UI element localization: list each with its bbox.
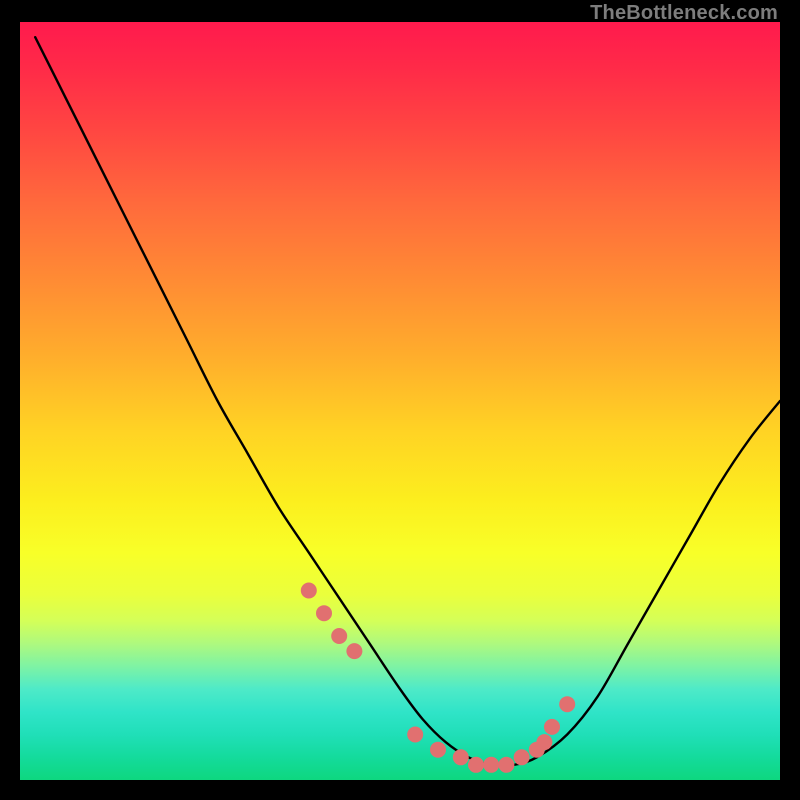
highlight-dot: [536, 734, 552, 750]
curve-svg: [20, 22, 780, 780]
highlight-dot: [468, 757, 484, 773]
highlight-dot: [483, 757, 499, 773]
highlight-dot: [301, 583, 317, 599]
highlight-dot: [331, 628, 347, 644]
highlight-dots: [301, 583, 575, 773]
highlight-dot: [407, 727, 423, 743]
chart-stage: TheBottleneck.com: [0, 0, 800, 800]
highlight-dot: [544, 719, 560, 735]
highlight-dot: [498, 757, 514, 773]
highlight-dot: [346, 643, 362, 659]
highlight-dot: [514, 749, 530, 765]
highlight-dot: [316, 605, 332, 621]
highlight-dot: [430, 742, 446, 758]
highlight-dot: [453, 749, 469, 765]
bottleneck-curve: [35, 37, 780, 766]
highlight-dot: [559, 696, 575, 712]
plot-area: [20, 22, 780, 780]
